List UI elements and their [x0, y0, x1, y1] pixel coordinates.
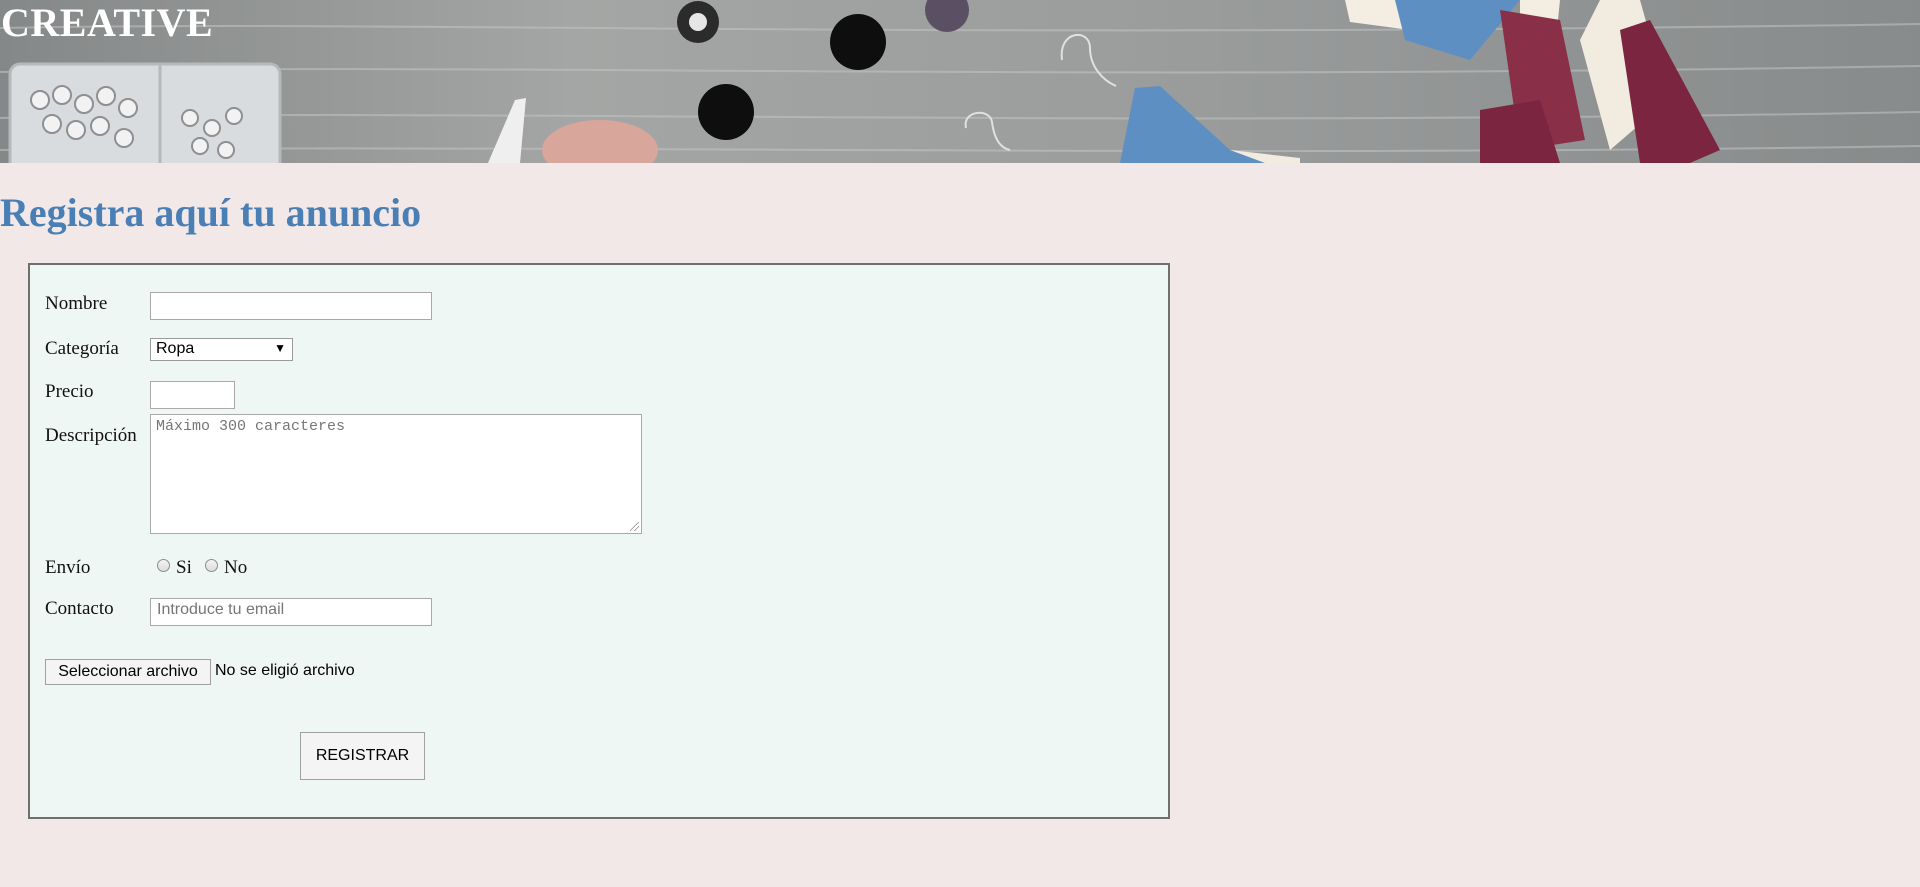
categoria-label: Categoría: [45, 338, 119, 359]
descripcion-label: Descripción: [45, 425, 137, 446]
file-status-text: No se eligió archivo: [215, 662, 355, 679]
crafts-banner-image: [0, 0, 1920, 163]
descripcion-placeholder: Máximo 300 caracteres: [156, 418, 346, 435]
contacto-placeholder: Introduce tu email: [157, 601, 285, 618]
contacto-email-input[interactable]: Introduce tu email: [150, 598, 432, 626]
envio-no-radio[interactable]: [205, 559, 218, 572]
resize-grip-icon[interactable]: [630, 522, 639, 531]
header-banner: CREATIVE: [0, 0, 1920, 163]
contacto-label: Contacto: [45, 598, 114, 619]
descripcion-textarea[interactable]: Máximo 300 caracteres: [150, 414, 642, 534]
envio-label: Envío: [45, 557, 91, 578]
categoria-selected-value: Ropa: [156, 340, 195, 357]
categoria-select[interactable]: Ropa ▼: [150, 338, 293, 361]
envio-no-label: No: [224, 557, 248, 578]
registrar-button[interactable]: REGISTRAR: [300, 732, 425, 780]
precio-input[interactable]: [150, 381, 235, 409]
ad-registration-form: Nombre Categoría Ropa ▼ Precio Descripci…: [28, 263, 1170, 819]
envio-si-label: Si: [176, 557, 192, 578]
precio-label: Precio: [45, 381, 94, 402]
file-select-button[interactable]: Seleccionar archivo: [45, 659, 211, 685]
site-title: CREATIVE: [1, 0, 214, 45]
nombre-input[interactable]: [150, 292, 432, 320]
chevron-down-icon: ▼: [274, 341, 286, 355]
page-heading: Registra aquí tu anuncio: [0, 190, 422, 235]
envio-si-radio[interactable]: [157, 559, 170, 572]
nombre-label: Nombre: [45, 293, 108, 314]
